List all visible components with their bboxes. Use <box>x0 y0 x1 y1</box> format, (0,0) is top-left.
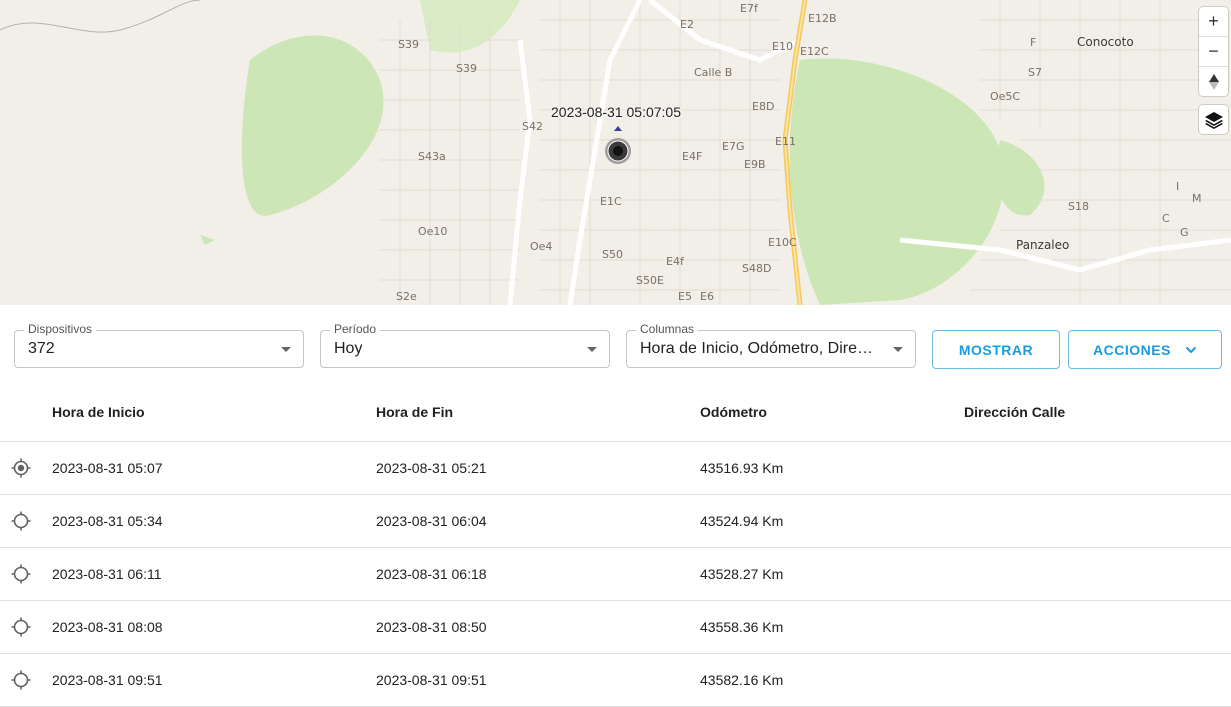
street-label: E7G <box>722 140 745 153</box>
place-label: Panzaleo <box>1016 238 1070 252</box>
cell-start-time: 2023-08-31 09:51 <box>52 672 163 688</box>
period-label: Período <box>330 322 381 336</box>
street-label: E9B <box>744 158 766 171</box>
street-label: M <box>1192 192 1202 205</box>
cell-end-time: 2023-08-31 05:21 <box>376 460 487 476</box>
compass-button[interactable] <box>1199 67 1228 96</box>
street-label: E12B <box>808 12 837 25</box>
street-label: E10 <box>772 40 793 53</box>
chevron-down-icon <box>893 347 903 352</box>
street-label: Oe4 <box>530 240 553 253</box>
devices-label: Dispositivos <box>24 322 97 336</box>
gps-selected-icon[interactable] <box>11 458 31 478</box>
street-label: Oe10 <box>418 225 448 238</box>
vehicle-marker-icon[interactable] <box>603 126 633 166</box>
table-row[interactable]: 2023-08-31 06:11 2023-08-31 06:18 43528.… <box>0 548 1231 601</box>
cell-start-time: 2023-08-31 06:11 <box>52 566 162 582</box>
trips-table: Hora de Inicio Hora de Fin Odómetro Dire… <box>0 382 1231 707</box>
street-label: E12C <box>800 45 829 58</box>
compass-icon <box>1208 73 1219 90</box>
columns-value: Hora de Inicio, Odómetro, Dirección Call… <box>640 340 876 357</box>
street-label: S48D <box>742 262 772 275</box>
place-label: Conocoto <box>1077 35 1134 49</box>
columns-label: Columnas <box>636 322 699 336</box>
devices-select[interactable]: Dispositivos 372 <box>14 322 304 368</box>
table-row[interactable]: 2023-08-31 05:07 2023-08-31 05:21 43516.… <box>0 442 1231 495</box>
cell-end-time: 2023-08-31 06:04 <box>376 513 487 529</box>
gps-icon[interactable] <box>11 511 31 531</box>
chevron-down-icon <box>587 347 597 352</box>
street-label: S7 <box>1028 66 1042 79</box>
street-label: S2e <box>396 290 417 303</box>
street-label: S42 <box>522 120 543 133</box>
street-label: I <box>1176 180 1180 193</box>
gps-icon[interactable] <box>11 564 31 584</box>
show-button[interactable]: MOSTRAR <box>932 330 1060 369</box>
period-value: Hoy <box>334 340 363 357</box>
actions-button[interactable]: ACCIONES <box>1068 330 1222 369</box>
street-label: E4f <box>666 255 684 268</box>
street-label: E1C <box>600 195 622 208</box>
table-row[interactable]: 2023-08-31 08:08 2023-08-31 08:50 43558.… <box>0 601 1231 654</box>
zoom-out-button[interactable]: − <box>1199 37 1228 67</box>
devices-value: 372 <box>28 340 55 357</box>
street-label: S39 <box>456 62 477 75</box>
street-label: Oe5C <box>990 90 1021 103</box>
marker-timestamp: 2023-08-31 05:07:05 <box>551 104 681 120</box>
cell-odometer: 43516.93 Km <box>700 460 784 476</box>
street-label: E8D <box>752 100 775 113</box>
street-label: Calle B <box>694 66 733 79</box>
zoom-in-button[interactable]: + <box>1199 7 1228 37</box>
street-label: F <box>1030 36 1037 49</box>
layers-button[interactable] <box>1199 105 1228 134</box>
columns-select[interactable]: Columnas Hora de Inicio, Odómetro, Direc… <box>626 322 916 368</box>
layers-icon <box>1204 111 1223 129</box>
table-header: Hora de Inicio Hora de Fin Odómetro Dire… <box>0 382 1231 442</box>
street-label: G <box>1180 226 1189 239</box>
street-label: E5 <box>678 290 692 303</box>
street-label: C <box>1162 212 1170 225</box>
street-label: E6 <box>700 290 714 303</box>
header-street-address[interactable]: Dirección Calle <box>964 404 1065 420</box>
cell-odometer: 43528.27 Km <box>700 566 784 582</box>
cell-start-time: 2023-08-31 05:07 <box>52 460 163 476</box>
cell-odometer: 43582.16 Km <box>700 672 784 688</box>
map-zoom-controls: + − <box>1199 7 1228 96</box>
report-filters: Dispositivos 372 Período Hoy Columnas Ho… <box>0 305 1231 382</box>
street-label: S43a <box>418 150 446 163</box>
street-label: S39 <box>398 38 419 51</box>
street-label: E4F <box>682 150 703 163</box>
header-end-time[interactable]: Hora de Fin <box>376 404 453 420</box>
street-label: S18 <box>1068 200 1089 213</box>
map-view[interactable]: S39 S39 S42 S43a Oe10 Oe4 E1C S50 S50E E… <box>0 0 1231 305</box>
header-start-time[interactable]: Hora de Inicio <box>52 404 145 420</box>
street-label: E7f <box>740 2 758 15</box>
street-label: E2 <box>680 18 694 31</box>
actions-button-label: ACCIONES <box>1093 341 1171 358</box>
table-row[interactable]: 2023-08-31 09:51 2023-08-31 09:51 43582.… <box>0 654 1231 707</box>
cell-odometer: 43524.94 Km <box>700 513 784 529</box>
cell-end-time: 2023-08-31 08:50 <box>376 619 487 635</box>
chevron-down-icon <box>281 347 291 352</box>
cell-odometer: 43558.36 Km <box>700 619 784 635</box>
street-label: E11 <box>775 135 796 148</box>
chevron-down-icon <box>1185 346 1197 353</box>
street-label: E10C <box>768 236 797 249</box>
cell-start-time: 2023-08-31 08:08 <box>52 619 163 635</box>
header-odometer[interactable]: Odómetro <box>700 404 767 420</box>
gps-icon[interactable] <box>11 670 31 690</box>
table-row[interactable]: 2023-08-31 05:34 2023-08-31 06:04 43524.… <box>0 495 1231 548</box>
gps-icon[interactable] <box>11 617 31 637</box>
cell-start-time: 2023-08-31 05:34 <box>52 513 163 529</box>
street-label: S50 <box>602 248 623 261</box>
period-select[interactable]: Período Hoy <box>320 322 610 368</box>
cell-end-time: 2023-08-31 09:51 <box>376 672 487 688</box>
cell-end-time: 2023-08-31 06:18 <box>376 566 487 582</box>
street-label: S50E <box>636 274 664 287</box>
